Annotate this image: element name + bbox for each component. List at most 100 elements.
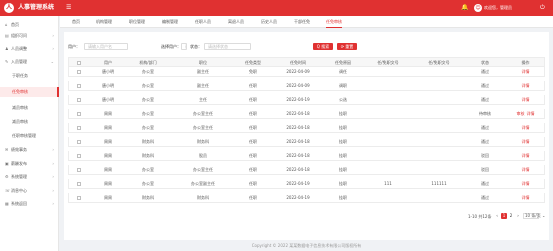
sidebar-item-label: 任免审核	[12, 89, 28, 94]
table-row[interactable]: 周周 财务科 财务科 任职 2022-04-19 挂职 通过 详情	[68, 193, 545, 203]
cell-dept: 财务科	[142, 153, 154, 158]
cell-position: 主任	[199, 97, 207, 102]
menu-toggle-icon[interactable]: ☰	[66, 3, 71, 12]
cell-actions: 详情	[505, 179, 546, 189]
sidebar: ⌂ 首页 ▤ 组织可问 › ♟ 人员调整 › ✎ 入员管理 ⌄ 于职任务 任免审核 减员审核 …	[0, 16, 59, 251]
status-select[interactable]: 请选择状态	[204, 43, 251, 50]
row-checkbox[interactable]	[77, 182, 81, 186]
table-row[interactable]: 唐小明 办公室 副主任 任职 2022-04-09 调职 通过 详情	[68, 81, 545, 91]
cell-doc-no-2	[413, 193, 465, 203]
cell-reason: 挂职	[339, 195, 347, 200]
tab-position[interactable]: 职位管理	[129, 16, 145, 28]
cell-doc-no	[363, 95, 413, 105]
cell-time: 2022-04-09	[286, 83, 310, 88]
cell-status: 驳回	[481, 153, 489, 158]
select-all-checkbox[interactable]	[77, 61, 81, 65]
sidebar-item-staff-adjust[interactable]: ♟ 人员调整 ›	[0, 44, 59, 54]
sidebar-item-appoint-review[interactable]: 任免审核	[0, 87, 59, 97]
row-checkbox[interactable]	[77, 84, 81, 88]
sidebar-item-duty-review-manage[interactable]: 任职审核管理	[0, 131, 59, 141]
avatar[interactable]: ☺	[474, 4, 482, 12]
cell-status: 通过	[481, 83, 489, 88]
cell-actions: 详情	[505, 95, 546, 105]
sidebar-item-return[interactable]: ▦ 系统返回 ›	[0, 199, 59, 209]
detail-link[interactable]: 详情	[522, 139, 530, 144]
table-row[interactable]: 唐小明 办公室 主任 任职 2022-04-19 公选 通过 详情	[68, 95, 545, 105]
cell-reason: 调任	[339, 69, 347, 74]
reset-button[interactable]: ⟳ 重置	[337, 43, 357, 50]
logout-icon[interactable]: ⏻	[540, 4, 545, 12]
sidebar-item-messages[interactable]: ☏消息中心 ›	[0, 186, 59, 196]
main-panel: 用户： 请输入用户名 选择用户： 请选择 状态： 请选择状态 Q 搜索 ⟳ 重置…	[64, 32, 549, 240]
detail-link[interactable]: 详情	[522, 167, 530, 172]
next-page-icon[interactable]: ›	[515, 213, 521, 219]
sidebar-item-staff-manage[interactable]: ✎ 入员管理 ⌄	[0, 57, 59, 67]
tab-employees[interactable]: 任职人员	[195, 16, 211, 28]
page-2-button[interactable]: 2	[508, 213, 514, 219]
row-checkbox[interactable]	[77, 154, 81, 158]
tab-staffing[interactable]: 编制管理	[162, 16, 178, 28]
table-row[interactable]: 周周 办公室 办公室副主任 任职 2022-04-19 挂职 111 111111 通过 详情	[68, 179, 545, 189]
cell-type: 任职	[249, 83, 257, 88]
cell-user: 周周	[104, 139, 112, 144]
sidebar-item-performance[interactable]: ✉ 绩效事务 ›	[0, 145, 59, 155]
row-checkbox[interactable]	[77, 112, 81, 116]
row-checkbox[interactable]	[77, 70, 81, 74]
sidebar-item-label: 消息中心	[11, 188, 27, 193]
table-row[interactable]: 周周 办公室 办公室主任 任职 2022-04-18 挂职 驳回 详情	[68, 165, 545, 175]
selected-user-input[interactable]: 请选择	[181, 43, 187, 50]
tab-appoint-review[interactable]: 任免审核	[326, 16, 342, 28]
sidebar-item-label: 系统返回	[11, 201, 27, 206]
cell-status: 通过	[481, 125, 489, 130]
tab-history[interactable]: 历史人员	[261, 16, 277, 28]
sidebar-item-label: 薪酬发布	[11, 161, 27, 166]
page-1-button[interactable]: 1	[501, 213, 507, 219]
table-row[interactable]: 周周 财务科 股员 任职 2022-04-18 挂职 驳回 详情	[68, 151, 545, 161]
row-checkbox[interactable]	[77, 140, 81, 144]
sidebar-item-salary[interactable]: ▣ 薪酬发布 ›	[0, 159, 59, 169]
sidebar-item-org[interactable]: ▤ 组织可问 ›	[0, 31, 59, 41]
user-search-input[interactable]: 请输入用户名	[84, 43, 128, 50]
cell-type: 任职	[249, 139, 257, 144]
row-checkbox[interactable]	[77, 168, 81, 172]
prev-page-icon[interactable]: ‹	[494, 213, 500, 219]
detail-link[interactable]: 详情	[522, 153, 530, 158]
sidebar-item-reduce-review[interactable]: 减员审核	[0, 103, 59, 113]
row-checkbox[interactable]	[77, 98, 81, 102]
tab-org[interactable]: 机构管理	[96, 16, 112, 28]
cell-actions: 审核 详情	[505, 109, 546, 119]
cell-type: 任职	[249, 153, 257, 158]
detail-link[interactable]: 详情	[522, 69, 530, 74]
tab-home[interactable]: 首页	[72, 16, 80, 28]
review-link[interactable]: 审核	[517, 111, 525, 116]
sidebar-item-label: 组织可问	[11, 33, 27, 38]
tab-retired[interactable]: 离退人员	[228, 16, 244, 28]
table-row[interactable]: 唐小明 办公室 副主任 免职 2022-04-09 调任 通过 详情	[68, 67, 545, 77]
bell-icon[interactable]: 🔔	[461, 4, 468, 12]
table-row[interactable]: 周周 财务科 财务科 任职 2022-04-18 挂职 通过 详情	[68, 137, 545, 147]
welcome-text[interactable]: 欢迎您，管理员	[484, 5, 512, 11]
tab-cadre[interactable]: 干部任免	[294, 16, 310, 28]
row-checkbox[interactable]	[77, 126, 81, 130]
detail-link[interactable]: 详情	[522, 83, 530, 88]
table-row[interactable]: 周周 办公室 办公室主任 任职 2022-04-18 挂职 待审核 审核 详情	[68, 109, 545, 119]
page-size-select[interactable]: 10 条/页 ⌄	[523, 213, 545, 219]
search-button[interactable]: Q 搜索	[313, 43, 333, 50]
cell-position: 办公室主任	[193, 167, 213, 172]
detail-link[interactable]: 详情	[522, 181, 530, 186]
cell-status: 通过	[481, 139, 489, 144]
table-row[interactable]: 周周 办公室 办公室主任 任职 2022-04-18 挂职 通过 详情	[68, 123, 545, 133]
cell-dept: 办公室	[142, 181, 154, 186]
detail-link[interactable]: 详情	[522, 125, 530, 130]
cell-position: 办公室主任	[193, 125, 213, 130]
sidebar-item-duty-task[interactable]: 于职任务	[0, 71, 59, 81]
detail-link[interactable]: 详情	[522, 97, 530, 102]
sidebar-item-system[interactable]: ⚙ 系统管理 ›	[0, 172, 59, 182]
detail-link[interactable]: 详情	[522, 195, 530, 200]
cell-actions: 详情	[505, 165, 546, 175]
cell-type: 任职	[249, 195, 257, 200]
sidebar-item-home[interactable]: ⌂ 首页	[0, 20, 59, 30]
row-checkbox[interactable]	[77, 196, 81, 200]
detail-link[interactable]: 详情	[527, 111, 535, 116]
sidebar-item-reduce-review-2[interactable]: 减员审核	[0, 117, 59, 127]
